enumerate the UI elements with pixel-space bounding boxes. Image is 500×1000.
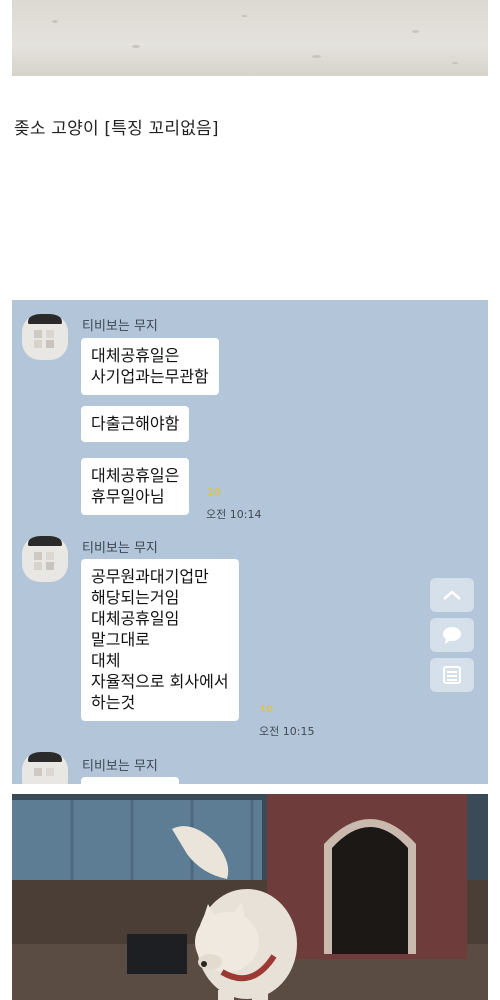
ground-photo [12, 0, 488, 76]
post-caption: 좆소 고양이 [특징 꼬리없음] [14, 119, 219, 139]
sender-name: 티비보는 무지 [82, 319, 158, 334]
sender-name: 티비보는 무지 [82, 541, 158, 556]
chat-screenshot: 티비보는 무지 대체공휴일은 사기업과는무관함 다출근해야함 대체공휴일은 휴무… [12, 300, 488, 784]
sender-name: 티비보는 무지 [82, 759, 158, 774]
unread-count: 10 [207, 487, 221, 498]
menu-button[interactable] [430, 658, 474, 692]
avatar [22, 752, 68, 784]
avatar [22, 314, 68, 360]
chevron-up-icon [443, 590, 461, 600]
avatar [22, 536, 68, 582]
message-bubble: 공무원과대기업만 해당되는거임 대체공휴일임 말그대로 대체 자율적으로 회사에… [81, 559, 239, 721]
scroll-up-button[interactable] [430, 578, 474, 612]
chat-bubble-icon [443, 627, 461, 644]
message-bubble: 대체공휴일은 휴무일아님 [81, 458, 190, 515]
list-icon [443, 666, 461, 684]
message-time: 오전 10:15 [259, 725, 315, 738]
chat-button[interactable] [430, 618, 474, 652]
unread-count: 10 [259, 704, 273, 715]
message-bubble: 다출근해야함 [81, 406, 190, 442]
message-time: 오전 10:14 [206, 508, 262, 521]
message-bubble [81, 777, 179, 784]
dog-image [12, 794, 488, 1000]
dog-photo [12, 794, 488, 1000]
message-bubble: 대체공휴일은 사기업과는무관함 [81, 338, 219, 395]
